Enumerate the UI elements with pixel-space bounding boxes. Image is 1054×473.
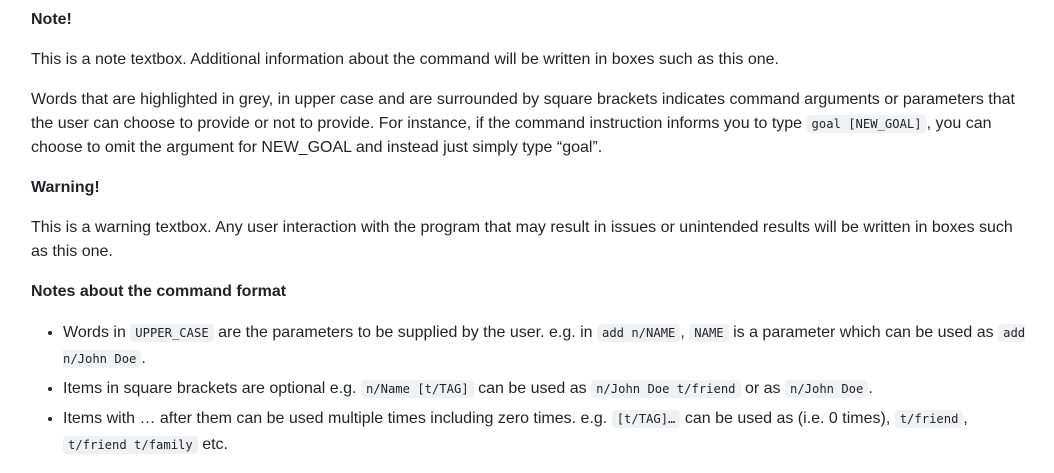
inline-code: n/Name [t/TAG] [360, 380, 474, 398]
inline-code: [t/TAG]… [611, 410, 681, 428]
command-format-list: Words in UPPER_CASE are the parameters t… [31, 320, 1030, 458]
list-text: . [868, 380, 873, 397]
list-text: or as [740, 380, 785, 397]
list-text: Items in square brackets are optional e.… [63, 380, 361, 397]
list-text: is a parameter which can be used as [728, 324, 999, 341]
inline-code: n/John Doe [784, 380, 869, 398]
inline-code: UPPER_CASE [130, 324, 214, 342]
inline-code-goal: goal [NEW_GOAL] [806, 115, 927, 133]
note-arguments-paragraph: Words that are highlighted in grey, in u… [31, 88, 1030, 160]
warning-text: This is a warning textbox. Any user inte… [31, 219, 1013, 260]
list-text: , [680, 324, 690, 341]
list-text: etc. [197, 436, 228, 453]
list-text: can be used as [473, 380, 592, 397]
inline-code: t/friend [894, 410, 964, 428]
list-item-upper-case: Words in UPPER_CASE are the parameters t… [63, 320, 1030, 372]
note-heading: Note! [31, 11, 72, 28]
list-text: Words in [63, 324, 131, 341]
list-text: can be used as (i.e. 0 times), [680, 410, 895, 427]
list-text: Items with … after them can be used mult… [63, 410, 612, 427]
list-text: . [141, 350, 146, 367]
warning-paragraph: This is a warning textbox. Any user inte… [31, 216, 1030, 264]
list-item-multiple: Items with … after them can be used mult… [63, 406, 1030, 458]
list-text: , [963, 410, 968, 427]
inline-code: n/John Doe t/friend [591, 380, 741, 398]
warning-heading: Warning! [31, 179, 100, 196]
command-format-heading: Notes about the command format [31, 283, 287, 300]
list-item-optional: Items in square brackets are optional e.… [63, 376, 1030, 402]
note-paragraph: This is a note textbox. Additional infor… [31, 48, 1030, 72]
document-body: Note! This is a note textbox. Additional… [0, 0, 1054, 458]
inline-code: add n/NAME [597, 324, 681, 342]
inline-code: NAME [689, 324, 729, 342]
note-text: This is a note textbox. Additional infor… [31, 51, 779, 68]
inline-code: t/friend t/family [63, 436, 198, 454]
list-text: are the parameters to be supplied by the… [213, 324, 597, 341]
